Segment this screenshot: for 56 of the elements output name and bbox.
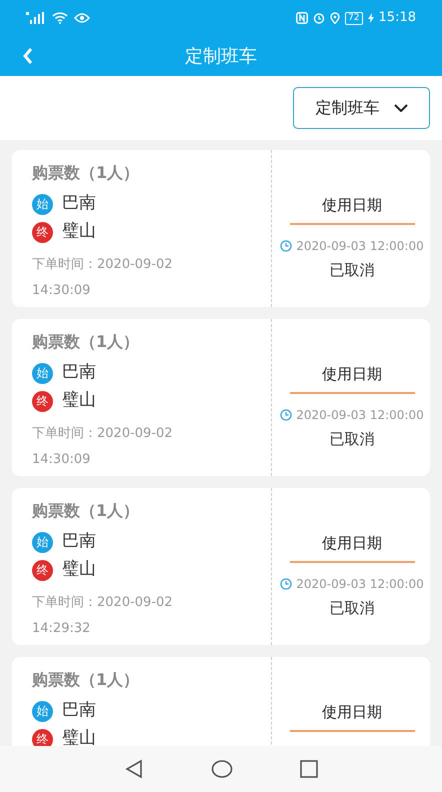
start-badge: 始 — [32, 362, 53, 384]
back-nav-icon[interactable] — [124, 759, 144, 779]
ticket-count: 购票数（1人） — [32, 331, 140, 353]
start-station: 巴南 — [62, 361, 96, 384]
order-card[interactable]: 购票数（1人） 始 巴南 终 璧山 下单时间：2020-09-02 14:29:32 使用日期 2020-09-03 12:00:00 已取消 — [12, 488, 430, 645]
use-date: 2020-09-03 12:00:00 — [296, 238, 424, 254]
ticket-count: 购票数（1人） — [32, 162, 140, 184]
start-station: 巴南 — [62, 699, 96, 722]
end-badge: 终 — [32, 390, 53, 412]
charging-icon — [368, 13, 374, 23]
date-label: 使用日期 — [290, 532, 414, 562]
end-badge: 终 — [32, 222, 53, 242]
clock-icon — [280, 408, 292, 420]
eye-icon — [74, 12, 90, 24]
clock-icon — [280, 578, 292, 590]
order-status: 已取消 — [330, 428, 374, 450]
back-icon — [22, 47, 34, 65]
signal-icon — [26, 12, 46, 24]
end-station: 璧山 — [62, 220, 96, 244]
start-station: 巴南 — [62, 192, 96, 216]
use-date: 2020-09-03 12:00:00 — [296, 576, 424, 592]
alarm-icon — [313, 12, 326, 24]
chevron-down-icon — [394, 104, 408, 112]
order-status: 已取消 — [330, 598, 374, 618]
start-badge: 始 — [32, 532, 53, 552]
order-status: 已取消 — [330, 260, 374, 280]
wifi-icon — [52, 12, 68, 24]
use-date: 2020-09-03 12:00:00 — [296, 406, 424, 424]
end-station: 璧山 — [62, 727, 96, 746]
ticket-count: 购票数（1人） — [32, 500, 140, 522]
end-badge: 终 — [32, 728, 53, 746]
order-time: 下单时间：2020-09-02 14:30:09 — [32, 256, 174, 300]
end-badge: 终 — [32, 560, 53, 580]
clock-icon — [280, 240, 292, 252]
filter-dropdown[interactable]: 定制班车 — [293, 87, 430, 129]
order-time: 下单时间：2020-09-02 14:30:09 — [32, 425, 174, 469]
recents-nav-icon[interactable] — [300, 760, 318, 778]
start-badge: 始 — [32, 700, 53, 722]
date-label: 使用日期 — [290, 363, 414, 394]
date-label: 使用日期 — [290, 701, 414, 732]
end-station: 璧山 — [62, 558, 96, 582]
ticket-count: 购票数（1人） — [32, 669, 140, 691]
order-time: 下单时间：2020-09-02 14:29:32 — [32, 594, 174, 638]
start-badge: 始 — [32, 194, 53, 214]
start-station: 巴南 — [62, 530, 96, 554]
clock-time: 15:18 — [378, 9, 416, 28]
order-card[interactable]: 购票数（1人） 始 巴南 终 璧山 下单时间：2020-09-02 14:30:09 使用日期 2020-09-03 12:00:00 已取消 — [12, 150, 430, 307]
page-title: 定制班车 — [185, 44, 257, 68]
order-card[interactable]: 购票数（1人） 始 巴南 终 璧山 下单时间：2020-09-02 14:30:09 使用日期 2020-09-03 12:00:00 已取消 — [12, 319, 430, 476]
battery-level: 72 — [345, 12, 363, 24]
date-label: 使用日期 — [290, 194, 414, 224]
order-card[interactable]: 购票数（1人） 始 巴南 终 璧山 使用日期 — [12, 657, 430, 746]
location-icon — [330, 12, 340, 24]
nfc-icon — [296, 12, 308, 24]
end-station: 璧山 — [62, 389, 96, 412]
home-nav-icon[interactable] — [210, 760, 233, 778]
